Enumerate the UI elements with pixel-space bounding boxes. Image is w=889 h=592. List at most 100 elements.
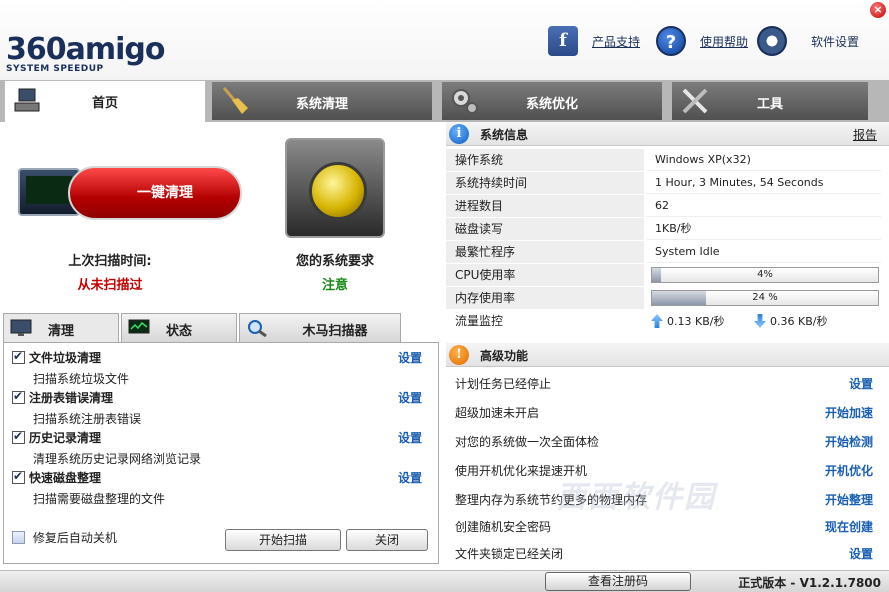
memory-usage-text: 24 % xyxy=(752,292,778,303)
product-support-link[interactable]: 产品支持 xyxy=(592,33,640,50)
tab-system-clean[interactable]: 系统清理 xyxy=(212,82,432,120)
traffic-row: 流量监控 0.13 KB/秒 0.36 KB/秒 xyxy=(446,310,889,333)
advanced-row: 使用开机优化来提速开机 开机优化 xyxy=(446,455,889,484)
advanced-action-link[interactable]: 现在创建 xyxy=(825,518,873,535)
settings-link[interactable]: 软件设置 xyxy=(811,33,859,50)
version-label: 正式版本 - V1.2.1.7800 xyxy=(738,576,881,590)
right-panel: i 系统信息 报告 操作系统 Windows XP(x32) 系统持续时间 1 … xyxy=(446,122,889,570)
advanced-row: 创建随机安全密码 现在创建 xyxy=(446,511,889,540)
cpu-usage-text: 4% xyxy=(757,269,773,280)
help-link[interactable]: 使用帮助 xyxy=(700,33,748,50)
info-row: 进程数目 62 xyxy=(446,195,889,218)
advanced-row: 超级加速未开启 开始加速 xyxy=(446,397,889,426)
tab-home[interactable]: 首页 xyxy=(4,80,206,122)
facebook-icon[interactable]: f xyxy=(548,26,578,56)
auto-shutdown-label: 修复后自动关机 xyxy=(32,531,117,545)
option-desc: 扫描需要磁盘整理的文件 xyxy=(33,492,166,506)
auto-shutdown-checkbox[interactable] xyxy=(12,531,25,544)
advanced-row: 计划任务已经停止 设置 xyxy=(446,368,889,397)
logo-subtitle: SYSTEM SPEEDUP xyxy=(6,64,104,74)
memory-usage-label: 内存使用率 xyxy=(446,287,644,309)
upload-rate: 0.13 KB/秒 xyxy=(651,313,724,329)
close-icon[interactable]: × xyxy=(870,2,886,18)
option-title: 历史记录清理 xyxy=(29,431,102,445)
advanced-action-link[interactable]: 开始整理 xyxy=(825,491,873,508)
app-logo: 360amigo SYSTEM SPEEDUP xyxy=(6,32,165,78)
advanced-action-link[interactable]: 开始加速 xyxy=(825,404,873,421)
junk-files-checkbox[interactable] xyxy=(12,349,25,364)
auto-shutdown-option[interactable]: 修复后自动关机 xyxy=(12,529,117,546)
option-desc: 扫描系统垃圾文件 xyxy=(33,372,130,386)
option-title: 注册表错误清理 xyxy=(29,391,114,405)
help-icon[interactable]: ? xyxy=(656,26,686,56)
view-registration-button[interactable]: 查看注册码 xyxy=(545,572,691,591)
settings-group[interactable]: 软件设置 xyxy=(757,26,859,56)
help-group[interactable]: ? 使用帮助 xyxy=(656,26,748,56)
advanced-action-link[interactable]: 设置 xyxy=(849,545,873,562)
advanced-title: 高级功能 xyxy=(480,349,529,363)
close-button[interactable]: 关闭 xyxy=(346,529,428,551)
info-icon: i xyxy=(449,124,469,144)
info-value: System Idle xyxy=(647,241,881,263)
cpu-usage-label: CPU使用率 xyxy=(446,264,644,286)
advanced-row: 对您的系统做一次全面体检 开始检测 xyxy=(446,426,889,455)
advanced-header: ! 高级功能 xyxy=(446,343,889,367)
tab-tools-label: 工具 xyxy=(756,97,783,112)
sub-tabbar: 清理 状态 木马扫描器 xyxy=(3,313,403,343)
advanced-action-link[interactable]: 设置 xyxy=(849,375,873,392)
upload-arrow-icon xyxy=(651,314,663,328)
system-info-header: i 系统信息 报告 xyxy=(446,122,889,146)
logo-text: 360amigo xyxy=(6,32,165,67)
advanced-text: 文件夹锁定已经关闭 xyxy=(455,547,564,561)
info-key: 进程数目 xyxy=(446,195,644,217)
disk-defrag-checkbox[interactable] xyxy=(12,469,25,484)
info-key: 操作系统 xyxy=(446,149,644,171)
start-scan-button[interactable]: 开始扫描 xyxy=(225,529,341,551)
cpu-usage-bar: 4% xyxy=(651,267,879,283)
system-info-title: 系统信息 xyxy=(480,128,529,142)
history-settings-link[interactable]: 设置 xyxy=(398,429,422,446)
download-rate: 0.36 KB/秒 xyxy=(754,313,827,329)
advanced-row: 整理内存为系统节约更多的物理内存 开始整理 xyxy=(446,484,889,513)
advanced-action-link[interactable]: 开始检测 xyxy=(825,433,873,450)
status-lamp-icon xyxy=(285,138,385,238)
system-requirement-value: 注意 xyxy=(321,278,348,293)
tab-system-optimize[interactable]: 系统优化 xyxy=(442,82,662,120)
option-registry-errors: 注册表错误清理 扫描系统注册表错误 设置 xyxy=(12,389,432,427)
memory-usage-bar: 24 % xyxy=(651,290,879,306)
info-row: 最繁忙程序 System Idle xyxy=(446,241,889,264)
advanced-row: 文件夹锁定已经关闭 设置 xyxy=(446,538,889,567)
header: × 360amigo SYSTEM SPEEDUP f 产品支持 ? 使用帮助 … xyxy=(0,0,889,80)
advanced-text: 整理内存为系统节约更多的物理内存 xyxy=(455,493,648,507)
subtab-clean-label: 清理 xyxy=(47,324,74,339)
tab-tools[interactable]: 工具 xyxy=(672,82,868,120)
option-desc: 清理系统历史记录网络浏览记录 xyxy=(33,452,202,466)
option-history: 历史记录清理 清理系统历史记录网络浏览记录 设置 xyxy=(12,429,432,467)
info-key: 最繁忙程序 xyxy=(446,241,644,263)
advanced-text: 对您的系统做一次全面体检 xyxy=(455,435,600,449)
advanced-action-link[interactable]: 开机优化 xyxy=(825,462,873,479)
one-click-clean-label[interactable]: 一键清理 xyxy=(68,166,242,220)
subtab-status[interactable]: 状态 xyxy=(121,313,237,343)
one-click-clean-button[interactable]: 一键清理 xyxy=(18,164,242,224)
option-title: 快速磁盘整理 xyxy=(29,471,102,485)
warning-icon: ! xyxy=(449,345,469,365)
cpu-usage-row: CPU使用率 4% xyxy=(446,264,889,287)
history-checkbox[interactable] xyxy=(12,429,25,444)
disk-defrag-settings-link[interactable]: 设置 xyxy=(398,469,422,486)
product-support-group[interactable]: f 产品支持 xyxy=(548,26,640,56)
info-row: 操作系统 Windows XP(x32) xyxy=(446,149,889,172)
magnifier-icon xyxy=(248,320,267,337)
gear-icon[interactable] xyxy=(757,26,787,56)
report-link[interactable]: 报告 xyxy=(853,126,877,143)
subtab-clean[interactable]: 清理 xyxy=(3,313,119,343)
option-desc: 扫描系统注册表错误 xyxy=(33,412,142,426)
junk-files-settings-link[interactable]: 设置 xyxy=(398,349,422,366)
option-title: 文件垃圾清理 xyxy=(29,351,102,365)
registry-errors-settings-link[interactable]: 设置 xyxy=(398,389,422,406)
info-value: 1 Hour, 3 Minutes, 54 Seconds xyxy=(647,172,881,194)
registry-errors-checkbox[interactable] xyxy=(12,389,25,404)
subtab-status-label: 状态 xyxy=(165,324,192,339)
footer: 查看注册码 正式版本 - V1.2.1.7800 xyxy=(0,570,889,592)
subtab-trojan-scanner[interactable]: 木马扫描器 xyxy=(239,313,401,343)
